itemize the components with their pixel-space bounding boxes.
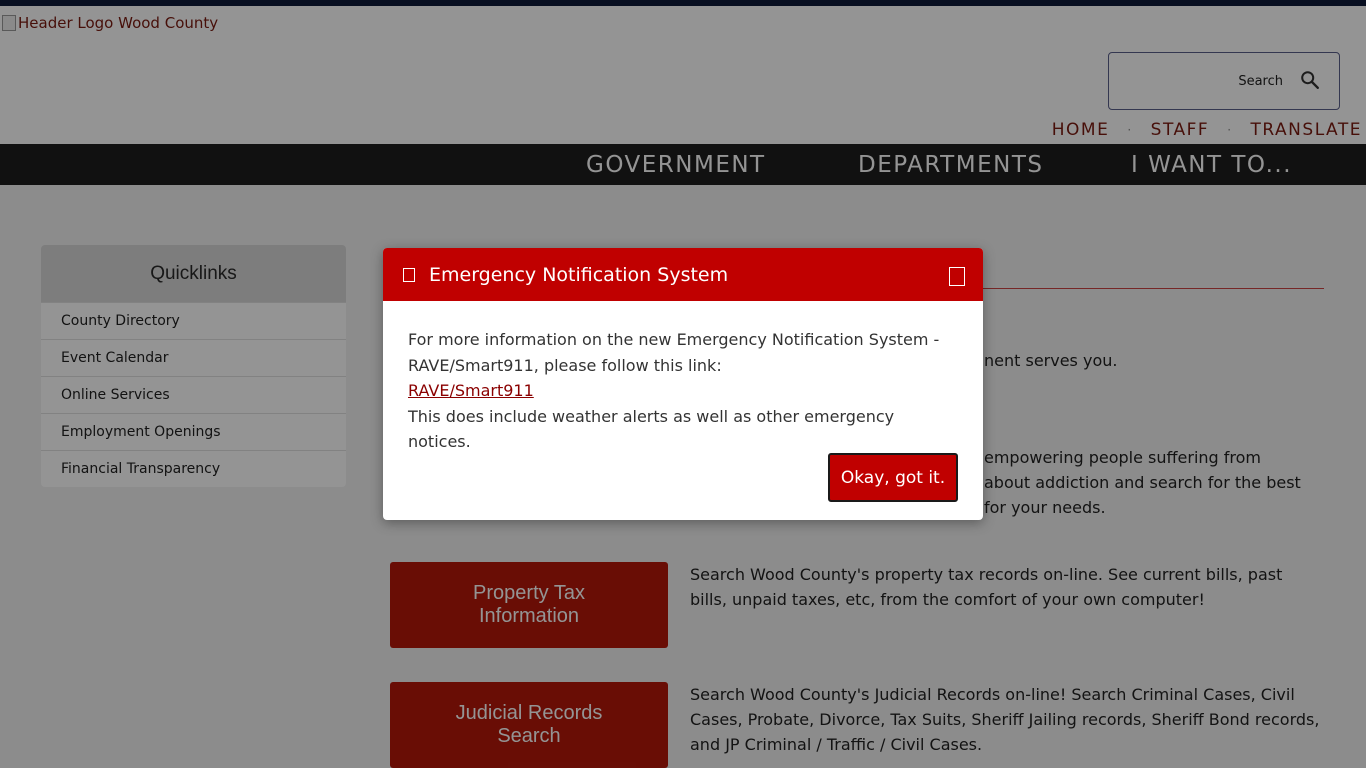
modal-body: For more information on the new Emergenc… (383, 301, 983, 455)
modal-text-note: This does include weather alerts as well… (408, 406, 895, 452)
emergency-notification-modal: Emergency Notification System For more i… (383, 248, 983, 520)
modal-title: Emergency Notification System (429, 263, 729, 286)
modal-text-intro: For more information on the new Emergenc… (408, 330, 940, 375)
rave-smart911-link[interactable]: RAVE/Smart911 (408, 381, 534, 400)
modal-header: Emergency Notification System (383, 248, 983, 301)
close-icon[interactable] (949, 267, 965, 286)
alert-icon (403, 267, 415, 282)
okay-got-it-button[interactable]: Okay, got it. (828, 453, 958, 502)
